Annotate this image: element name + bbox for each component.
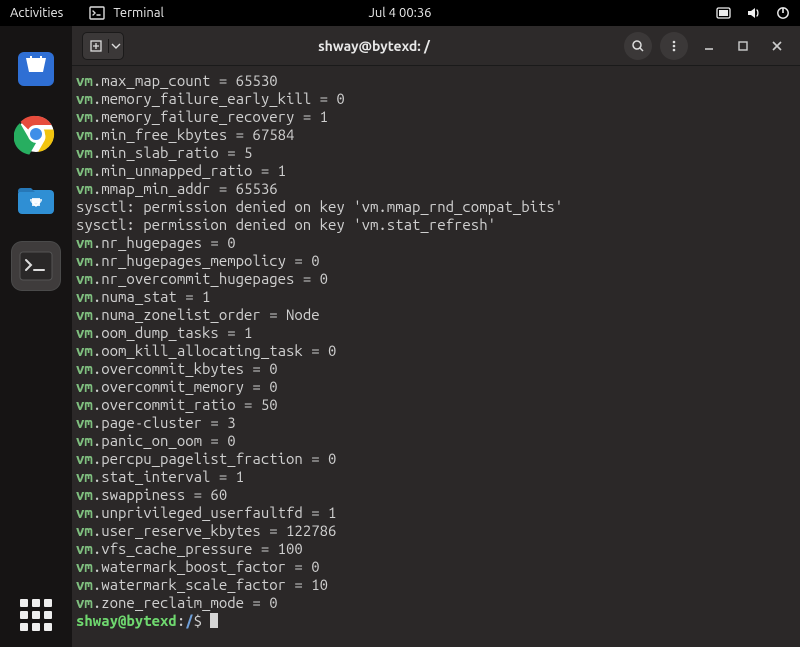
- maximize-button[interactable]: [730, 33, 756, 59]
- terminal-line: vm.min_slab_ratio = 5: [76, 144, 796, 162]
- chevron-down-icon: [109, 42, 123, 50]
- dock: [0, 26, 72, 647]
- dock-app-chrome[interactable]: [12, 110, 60, 158]
- terminal-line: vm.max_map_count = 65530: [76, 72, 796, 90]
- dock-app-software-center[interactable]: [12, 44, 60, 92]
- terminal-line: vm.watermark_boost_factor = 0: [76, 558, 796, 576]
- terminal-line: vm.nr_hugepages = 0: [76, 234, 796, 252]
- cursor: [210, 613, 218, 628]
- terminal-line: vm.stat_interval = 1: [76, 468, 796, 486]
- terminal-line: vm.percpu_pagelist_fraction = 0: [76, 450, 796, 468]
- terminal-menu-icon: [89, 5, 105, 21]
- terminal-line: vm.min_unmapped_ratio = 1: [76, 162, 796, 180]
- terminal-prompt[interactable]: shway@bytexd:/$: [76, 612, 796, 630]
- terminal-line: sysctl: permission denied on key 'vm.mma…: [76, 198, 796, 216]
- terminal-line: vm.oom_kill_allocating_task = 0: [76, 342, 796, 360]
- menu-button[interactable]: [660, 32, 688, 60]
- terminal-line: vm.overcommit_ratio = 50: [76, 396, 796, 414]
- terminal-line: vm.numa_stat = 1: [76, 288, 796, 306]
- apps-grid-icon: [20, 599, 52, 631]
- dock-app-files[interactable]: [12, 176, 60, 224]
- terminal-line: vm.panic_on_oom = 0: [76, 432, 796, 450]
- terminal-line: vm.unprivileged_userfaultfd = 1: [76, 504, 796, 522]
- volume-icon[interactable]: [746, 6, 762, 20]
- gnome-top-panel: Activities Terminal Jul 4 00:36: [0, 0, 800, 26]
- terminal-headerbar: shway@bytexd: /: [72, 26, 800, 66]
- terminal-line: vm.swappiness = 60: [76, 486, 796, 504]
- app-menu[interactable]: Terminal: [89, 5, 164, 21]
- terminal-line: vm.watermark_scale_factor = 10: [76, 576, 796, 594]
- close-button[interactable]: [764, 33, 790, 59]
- show-applications-button[interactable]: [20, 599, 52, 631]
- terminal-line: vm.mmap_min_addr = 65536: [76, 180, 796, 198]
- terminal-line: vm.nr_overcommit_hugepages = 0: [76, 270, 796, 288]
- app-menu-label: Terminal: [113, 6, 164, 20]
- close-icon: [771, 40, 783, 52]
- terminal-line: vm.min_free_kbytes = 67584: [76, 126, 796, 144]
- search-button[interactable]: [624, 32, 652, 60]
- terminal-line: vm.user_reserve_kbytes = 122786: [76, 522, 796, 540]
- network-icon[interactable]: [716, 6, 732, 20]
- activities-button[interactable]: Activities: [10, 6, 63, 20]
- panel-clock[interactable]: Jul 4 00:36: [368, 6, 431, 20]
- terminal-line: vm.memory_failure_early_kill = 0: [76, 90, 796, 108]
- terminal-line: vm.overcommit_memory = 0: [76, 378, 796, 396]
- terminal-line: vm.overcommit_kbytes = 0: [76, 360, 796, 378]
- window-title: shway@bytexd: /: [132, 38, 616, 54]
- terminal-line: vm.numa_zonelist_order = Node: [76, 306, 796, 324]
- terminal-line: vm.vfs_cache_pressure = 100: [76, 540, 796, 558]
- power-icon[interactable]: [776, 6, 790, 20]
- terminal-output[interactable]: vm.max_map_count = 65530vm.memory_failur…: [72, 66, 800, 647]
- minimize-icon: [703, 40, 715, 52]
- terminal-line: sysctl: permission denied on key 'vm.sta…: [76, 216, 796, 234]
- terminal-line: vm.oom_dump_tasks = 1: [76, 324, 796, 342]
- search-icon: [631, 39, 645, 53]
- terminal-line: vm.page-cluster = 3: [76, 414, 796, 432]
- maximize-icon: [737, 40, 749, 52]
- dock-app-terminal[interactable]: [12, 242, 60, 290]
- minimize-button[interactable]: [696, 33, 722, 59]
- terminal-line: vm.zone_reclaim_mode = 0: [76, 594, 796, 612]
- new-tab-icon: [83, 39, 109, 53]
- terminal-line: vm.nr_hugepages_mempolicy = 0: [76, 252, 796, 270]
- terminal-line: vm.memory_failure_recovery = 1: [76, 108, 796, 126]
- kebab-icon: [667, 39, 681, 53]
- new-tab-button[interactable]: [82, 32, 124, 60]
